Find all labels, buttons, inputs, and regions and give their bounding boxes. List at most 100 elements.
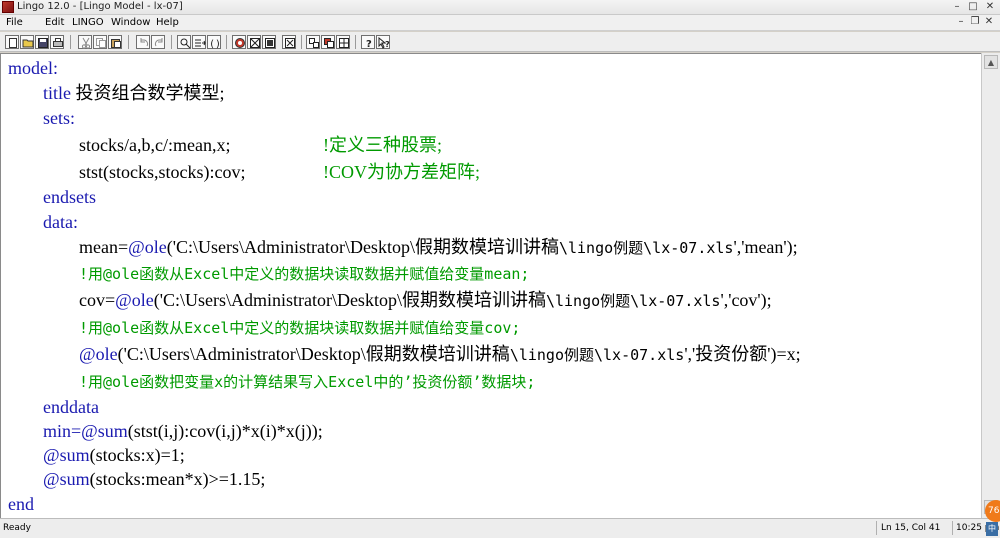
menu-lingo[interactable]: LINGO [72, 16, 104, 30]
code-line-1: model: [8, 57, 58, 79]
redo-icon[interactable] [151, 35, 165, 49]
code-token: ('C:\Users\Administrator\Desktop\假期数模培训讲… [117, 344, 510, 364]
code-token: enddata [43, 397, 99, 417]
paste-icon[interactable] [108, 35, 122, 49]
code-token: cov= [79, 290, 116, 310]
svg-text:?: ? [366, 39, 372, 49]
code-token: stocks/a,b,c/:mean,x; [79, 135, 231, 155]
help-icon[interactable]: ? [361, 35, 375, 49]
code-line-6: endsets [43, 186, 96, 208]
ime-indicator[interactable]: 中 [986, 522, 998, 536]
context-help-icon[interactable]: ? [376, 35, 390, 49]
send-to-back-icon[interactable] [321, 35, 335, 49]
status-bar: Ready Ln 15, Col 41 10:25 pm [0, 518, 1000, 538]
code-line-12: @ole('C:\Users\Administrator\Desktop\假期数… [79, 343, 801, 366]
solution-icon[interactable] [247, 35, 261, 49]
cursor-position: Ln 15, Col 41 [881, 523, 941, 533]
code-line-15: min=@sum(stst(i,j):cov(i,j)*x(i)*x(j)); [43, 420, 323, 442]
menu-help[interactable]: Help [156, 16, 179, 30]
code-token: ('C:\Users\Administrator\Desktop\假期数模培训讲… [153, 290, 546, 310]
code-line-16: @sum(stocks:x)=1; [43, 444, 185, 466]
maximize-icon[interactable]: □ [966, 1, 980, 13]
print-icon[interactable] [50, 35, 64, 49]
mdi-close-icon[interactable]: ✕ [982, 16, 996, 27]
options-icon[interactable] [336, 35, 350, 49]
code-token: 投资组合数学模型; [71, 83, 225, 103]
code-line-2: title 投资组合数学模型; [43, 82, 225, 104]
new-icon[interactable] [5, 35, 19, 49]
code-token: model: [8, 58, 58, 78]
code-token: min= [43, 421, 82, 441]
goto-line-icon[interactable] [192, 35, 206, 49]
code-line-10: cov=@ole('C:\Users\Administrator\Desktop… [79, 289, 772, 312]
solve-icon[interactable] [232, 35, 246, 49]
svg-text:?: ? [385, 40, 390, 49]
toolbar-separator [355, 35, 356, 49]
code-token: @ole [79, 344, 118, 364]
code-token: !用@ole函数从Excel中定义的数据块读取数据并赋值给变量mean; [79, 265, 530, 283]
find-icon[interactable] [177, 35, 191, 49]
code-line-18: end [8, 493, 34, 515]
code-token: ','投资份额')=x; [684, 344, 801, 364]
code-token: !用@ole函数从Excel中定义的数据块读取数据并赋值给变量cov; [79, 319, 521, 337]
code-line-3: sets: [43, 107, 75, 129]
code-token: (stst(i,j):cov(i,j)*x(i)*x(j)); [127, 421, 323, 441]
mdi-restore-icon[interactable]: ❐ [968, 16, 982, 27]
code-token: data: [43, 212, 78, 232]
vertical-scrollbar[interactable]: ▲ ▼ [981, 53, 1000, 518]
code-line-13: !用@ole函数把变量x的计算结果写入Excel中的’投资份额’数据块; [79, 370, 535, 393]
code-token: endsets [43, 187, 96, 207]
svg-text:(): () [209, 39, 221, 49]
model-editor[interactable]: model: title 投资组合数学模型; sets: stocks/a,b,… [0, 53, 981, 518]
code-comment: !定义三种股票; [323, 135, 442, 155]
code-token: !用@ole函数把变量x的计算结果写入Excel中的’投资份额’数据块; [79, 373, 536, 391]
mdi-minimize-icon[interactable]: – [954, 16, 968, 27]
toolbar-separator [70, 35, 71, 49]
code-token: end [8, 494, 34, 514]
matrix-picture-icon[interactable] [262, 35, 276, 49]
menu-file[interactable]: File [6, 16, 23, 30]
code-token: @sum [81, 421, 128, 441]
code-line-8: mean=@ole('C:\Users\Administrator\Deskto… [79, 236, 798, 259]
title-bar[interactable]: Lingo 12.0 - [Lingo Model - lx-07] – □ ✕ [0, 0, 1000, 15]
code-line-14: enddata [43, 396, 99, 418]
close-all-icon[interactable] [282, 35, 296, 49]
code-token: \lingo例题\lx-07.xls [545, 292, 721, 310]
code-token: (stocks:x)=1; [89, 445, 185, 465]
undo-icon[interactable] [136, 35, 150, 49]
menu-edit[interactable]: Edit [45, 16, 64, 30]
minimize-icon[interactable]: – [950, 1, 964, 13]
code-token: stst(stocks,stocks):cov; [79, 162, 246, 182]
notification-badge[interactable]: 76 [985, 500, 1000, 522]
status-pane-divider [952, 521, 953, 535]
code-token: \lingo例题\lx-07.xls [558, 239, 734, 257]
toolbar-separator [226, 35, 227, 49]
code-token: sets: [43, 108, 76, 128]
tile-icon[interactable] [306, 35, 320, 49]
status-message: Ready [3, 523, 31, 533]
toolbar: () ? ? [0, 32, 1000, 52]
close-icon[interactable]: ✕ [983, 1, 997, 13]
match-paren-icon[interactable]: () [207, 35, 221, 49]
open-icon[interactable] [20, 35, 34, 49]
code-token: @sum [43, 469, 90, 489]
code-token: @ole [115, 290, 154, 310]
code-token: \lingo例题\lx-07.xls [509, 346, 685, 364]
code-token: title [43, 83, 71, 103]
lingo-app-icon[interactable] [2, 1, 14, 13]
code-line-5: stst(stocks,stocks):cov; !COV为协方差矩阵; [79, 161, 480, 183]
code-line-9: !用@ole函数从Excel中定义的数据块读取数据并赋值给变量mean; [79, 262, 529, 285]
code-token: @ole [128, 237, 167, 257]
save-icon[interactable] [35, 35, 49, 49]
code-line-17: @sum(stocks:mean*x)>=1.15; [43, 468, 265, 490]
scroll-up-icon[interactable]: ▲ [984, 55, 998, 69]
menu-window[interactable]: Window [111, 16, 150, 30]
copy-icon[interactable] [93, 35, 107, 49]
code-comment: !COV为协方差矩阵; [323, 162, 480, 182]
code-token: (stocks:mean*x)>=1.15; [89, 469, 266, 489]
window-title: Lingo 12.0 - [Lingo Model - lx-07] [17, 1, 183, 12]
code-token: ','mean'); [733, 237, 798, 257]
cut-icon[interactable] [78, 35, 92, 49]
code-token: ','cov'); [720, 290, 772, 310]
code-token: @sum [43, 445, 90, 465]
